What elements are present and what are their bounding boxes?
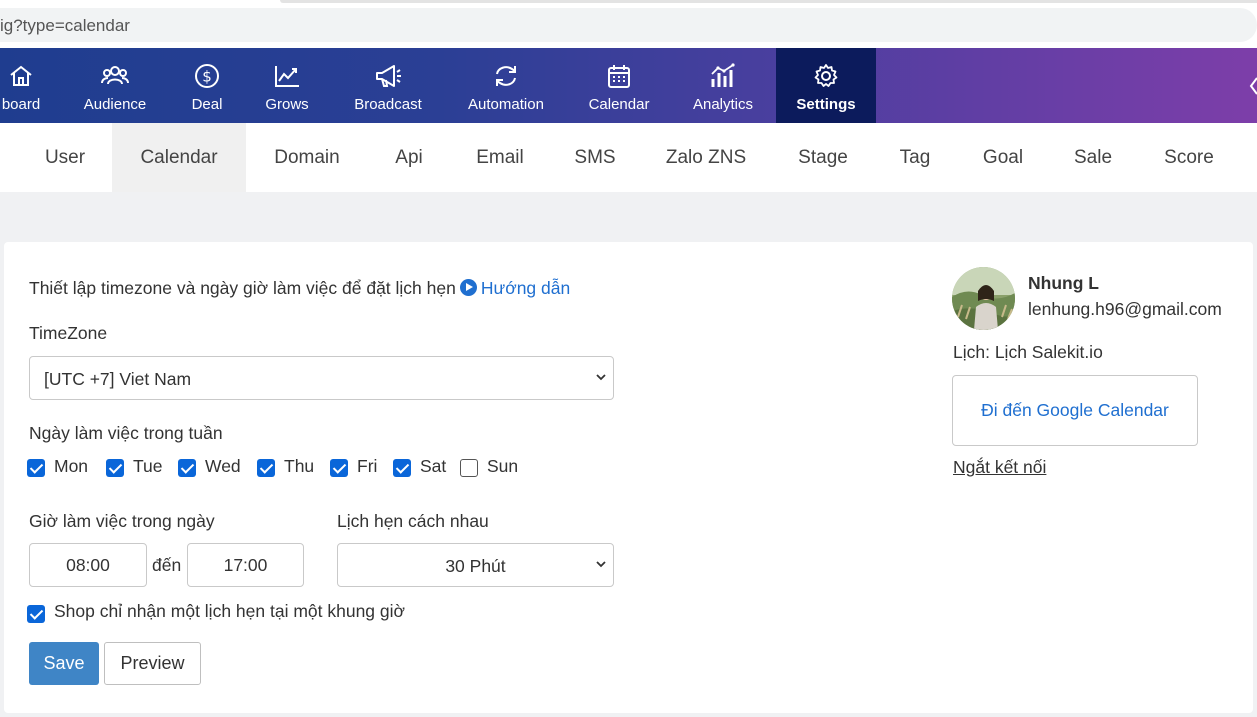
chevron-down-icon	[596, 561, 606, 568]
nav-label: Calendar	[588, 96, 650, 113]
nav-item-broadcast[interactable]: Broadcast	[342, 48, 434, 123]
trend-icon	[275, 66, 299, 87]
disconnect-link[interactable]: Ngắt kết nối	[953, 457, 1046, 478]
tab-user[interactable]: User	[26, 123, 104, 192]
day-label: Wed	[205, 456, 241, 476]
tab-score[interactable]: Score	[1150, 123, 1228, 192]
checkbox-checked[interactable]	[178, 459, 196, 477]
tab-email[interactable]: Email	[464, 123, 536, 192]
day-label: Sat	[420, 456, 447, 476]
timezone-value: [UTC +7] Viet Nam	[44, 369, 192, 389]
user-email: lenhung.h96@gmail.com	[1028, 299, 1222, 319]
play-circle-icon[interactable]	[459, 279, 477, 296]
main-navigation: board Audience $ Deal Grows Broadcast Au…	[0, 48, 1257, 123]
intro-text: Thiết lập timezone và ngày giờ làm việc …	[29, 278, 570, 299]
home-icon	[10, 65, 32, 86]
google-calendar-button[interactable]: Đi đến Google Calendar	[952, 375, 1198, 446]
tab-api[interactable]: Api	[378, 123, 440, 192]
chevron-down-icon	[596, 374, 606, 381]
end-time-input[interactable]: 17:00	[187, 543, 304, 587]
workdays-label: Ngày làm việc trong tuần	[29, 423, 223, 443]
to-label: đến	[152, 555, 182, 575]
day-label: Tue	[133, 456, 163, 476]
calendar-source: Lịch: Lịch Salekit.io	[953, 342, 1103, 362]
nav-label: Automation	[468, 96, 544, 113]
tab-zalo-zns[interactable]: Zalo ZNS	[655, 123, 757, 192]
browser-url-bar: ig?type=calendar	[0, 0, 1257, 48]
address-field[interactable]	[0, 8, 1257, 42]
interval-select[interactable]: 30 Phút	[337, 543, 614, 587]
avatar	[952, 267, 1015, 330]
nav-item-settings[interactable]: Settings	[776, 48, 876, 123]
single-slot-label: Shop chỉ nhận một lịch hẹn tại một khung…	[54, 601, 405, 621]
scroll-right-icon[interactable]	[1249, 76, 1257, 96]
checkbox-checked[interactable]	[393, 459, 411, 477]
nav-item-dashboard[interactable]: board	[0, 48, 70, 123]
avatar-photo	[952, 267, 1015, 330]
settings-subtabs: User Calendar Domain Api Email SMS Zalo …	[0, 123, 1257, 192]
nav-item-automation[interactable]: Automation	[455, 48, 557, 123]
nav-label: Audience	[83, 96, 147, 113]
timezone-select[interactable]: [UTC +7] Viet Nam	[29, 356, 614, 400]
guide-link[interactable]: Hướng dẫn	[481, 278, 570, 298]
timezone-label: TimeZone	[29, 323, 108, 343]
nav-label: Deal	[191, 96, 223, 113]
users-icon	[101, 66, 129, 85]
checkbox-checked[interactable]	[106, 459, 124, 477]
save-button[interactable]: Save	[29, 642, 99, 685]
interval-label: Lịch hẹn cách nhau	[337, 511, 489, 531]
dollar-icon: $	[195, 64, 219, 88]
address-text[interactable]: ig?type=calendar	[0, 16, 130, 36]
tab-domain[interactable]: Domain	[256, 123, 358, 192]
tab-stage[interactable]: Stage	[784, 123, 862, 192]
tab-calendar[interactable]: Calendar	[112, 123, 246, 192]
day-label: Mon	[54, 456, 89, 476]
nav-label: Analytics	[692, 96, 754, 113]
svg-text:$: $	[202, 68, 212, 86]
browser-tab-edge	[280, 0, 1257, 3]
nav-item-audience[interactable]: Audience	[70, 48, 160, 123]
checkbox-checked[interactable]	[27, 459, 45, 477]
checkbox-checked[interactable]	[27, 605, 45, 623]
checkbox-checked[interactable]	[330, 459, 348, 477]
analytics-icon	[711, 63, 735, 87]
interval-value: 30 Phút	[445, 556, 506, 576]
working-hours-label: Giờ làm việc trong ngày	[29, 511, 215, 531]
checkbox-checked[interactable]	[257, 459, 275, 477]
refresh-icon	[496, 66, 516, 86]
checkbox-unchecked[interactable]	[460, 459, 478, 477]
tab-sms[interactable]: SMS	[562, 123, 628, 192]
tab-goal[interactable]: Goal	[970, 123, 1036, 192]
nav-item-grows[interactable]: Grows	[250, 48, 324, 123]
nav-label: board	[1, 96, 41, 113]
nav-item-calendar[interactable]: Calendar	[578, 48, 660, 123]
tab-sale[interactable]: Sale	[1062, 123, 1124, 192]
user-name: Nhung L	[1028, 273, 1099, 293]
nav-label: Settings	[796, 96, 856, 113]
nav-item-analytics[interactable]: Analytics	[682, 48, 764, 123]
nav-item-deal[interactable]: $ Deal	[175, 48, 239, 123]
tab-tag[interactable]: Tag	[886, 123, 944, 192]
day-label: Sun	[487, 456, 519, 476]
megaphone-icon	[376, 65, 401, 87]
day-label: Fri	[357, 456, 378, 476]
gear-icon	[814, 64, 838, 87]
calendar-icon	[608, 65, 630, 88]
preview-button[interactable]: Preview	[104, 642, 201, 685]
day-label: Thu	[284, 456, 315, 476]
intro-description: Thiết lập timezone và ngày giờ làm việc …	[29, 278, 456, 298]
start-time-input[interactable]: 08:00	[29, 543, 147, 587]
nav-label: Broadcast	[354, 96, 422, 113]
nav-label: Grows	[265, 96, 309, 113]
